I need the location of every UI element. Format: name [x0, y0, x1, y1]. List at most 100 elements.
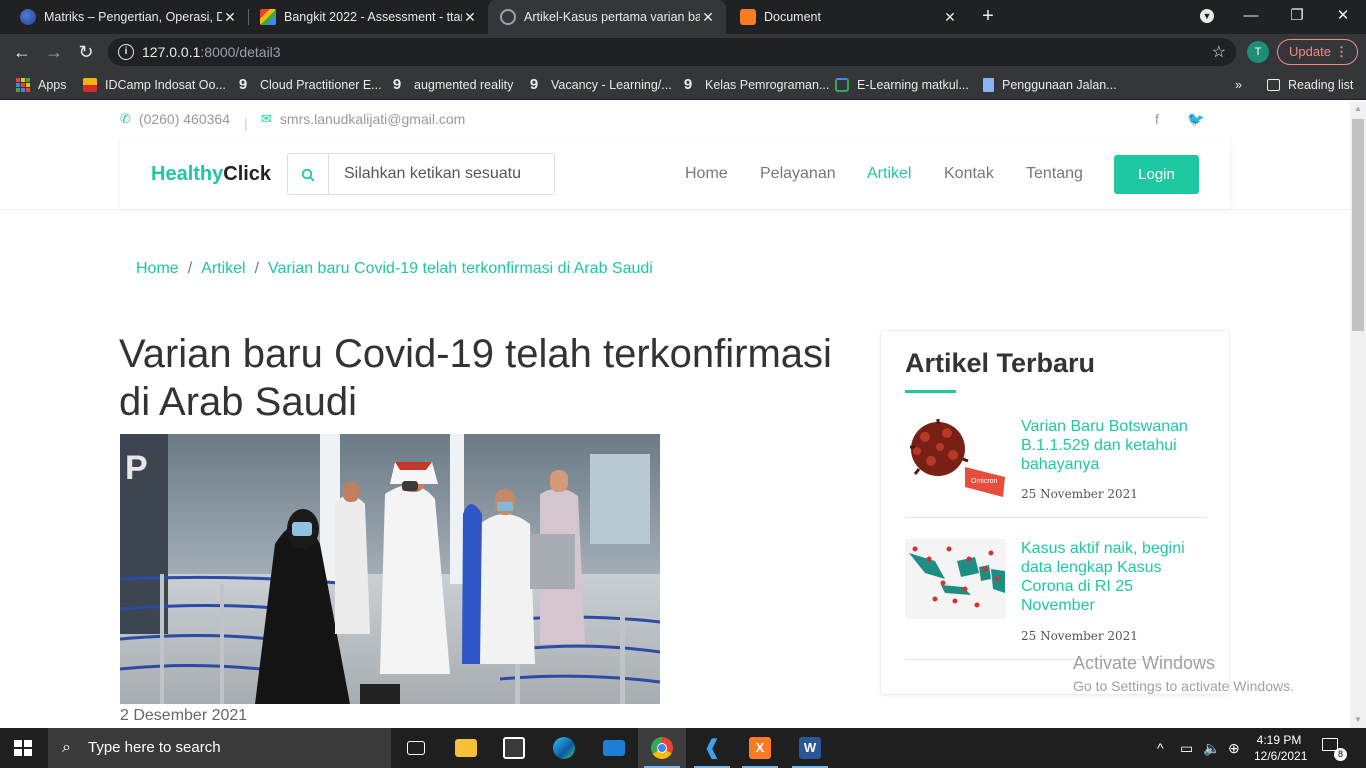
contact-phone: ✆ (0260) 460364: [120, 111, 230, 127]
header-divider: [0, 209, 1350, 210]
bookmark-item[interactable]: Penggunaan Jalan...: [983, 76, 1117, 94]
taskbar-search[interactable]: ⌕ Type here to search: [48, 728, 391, 768]
dicoding-icon: 9: [238, 76, 248, 93]
task-view-icon[interactable]: [392, 728, 440, 768]
reading-list-button[interactable]: Reading list: [1267, 76, 1353, 94]
taskbar-clock[interactable]: 4:19 PM 12/6/2021: [1254, 732, 1307, 764]
contact-divider: |: [244, 115, 248, 131]
document-icon: [983, 78, 994, 92]
profile-avatar[interactable]: T: [1247, 41, 1269, 63]
nav-home[interactable]: Home: [685, 165, 728, 183]
url-text[interactable]: 127.0.0.1:8000/detail3: [142, 44, 281, 60]
bookmark-item[interactable]: 9 Cloud Practitioner E...: [236, 76, 382, 94]
minimize-window-icon[interactable]: —: [1228, 0, 1274, 34]
close-tab-icon[interactable]: ✕: [942, 9, 958, 26]
notification-center-icon[interactable]: 8: [1322, 738, 1347, 761]
battery-icon[interactable]: ▭: [1180, 728, 1193, 768]
post-thumbnail[interactable]: [905, 539, 1006, 619]
scroll-down-arrow-icon[interactable]: ▼: [1350, 712, 1366, 728]
reading-list-icon: [1267, 79, 1280, 91]
web-page: ✆ (0260) 460364 | ✉ smrs.lanudkalijati@g…: [0, 101, 1350, 728]
contact-email: ✉ smrs.lanudkalijati@gmail.com: [261, 111, 466, 127]
scroll-up-arrow-icon[interactable]: ▲: [1350, 101, 1366, 117]
browser-tab-strip: Matriks – Pengertian, Operasi, De ✕ Bang…: [0, 0, 1366, 34]
edge-browser-icon[interactable]: [540, 728, 588, 768]
vscode-icon[interactable]: ❰: [688, 728, 736, 768]
twitter-icon[interactable]: 🐦: [1187, 111, 1204, 128]
page-scrollbar[interactable]: ▲ ▼: [1350, 101, 1366, 728]
breadcrumb-artikel[interactable]: Artikel: [201, 260, 245, 278]
address-bar[interactable]: i 127.0.0.1:8000/detail3 ☆: [108, 38, 1236, 66]
bookmark-item[interactable]: 9 Kelas Pemrograman...: [681, 76, 830, 94]
globe-icon: [500, 9, 516, 25]
article-date: 2 Desember 2021: [120, 707, 248, 724]
nav-artikel[interactable]: Artikel: [867, 165, 911, 183]
edge-globe-icon: [20, 9, 36, 25]
envelope-icon: ✉: [261, 111, 272, 126]
bookmark-item[interactable]: 9 Vacancy - Learning/...: [527, 76, 672, 94]
close-tab-icon[interactable]: ✕: [462, 9, 478, 26]
sidebar-post[interactable]: Kasus aktif naik, begini data lengkap Ka…: [905, 539, 1207, 660]
search-icon[interactable]: [288, 154, 329, 194]
back-arrow-icon[interactable]: ←: [10, 40, 34, 64]
close-window-icon[interactable]: ✕: [1320, 0, 1366, 34]
browser-tab-active[interactable]: Artikel-Kasus pertama varian bar ✕: [488, 0, 726, 34]
site-info-icon[interactable]: i: [118, 44, 134, 60]
gmail-icon: [260, 9, 276, 25]
sidebar-heading: Artikel Terbaru: [905, 348, 1096, 378]
post-title[interactable]: Varian Baru Botswanan B.1.1.529 dan keta…: [1021, 417, 1201, 474]
breadcrumb-current: Varian baru Covid-19 telah terkonfirmasi…: [268, 260, 653, 277]
close-tab-icon[interactable]: ✕: [700, 9, 716, 26]
word-icon[interactable]: W: [786, 728, 834, 768]
more-bookmarks-button[interactable]: »: [1235, 76, 1242, 94]
login-button[interactable]: Login: [1114, 155, 1199, 194]
bookmark-item[interactable]: IDCamp Indosat Oo...: [83, 76, 226, 94]
svg-text:Omicron: Omicron: [971, 478, 998, 485]
activate-windows-watermark: Activate Windows Go to Settings to activ…: [1073, 653, 1294, 694]
chrome-taskbar-icon[interactable]: [638, 728, 686, 768]
browser-tab[interactable]: Document ✕: [728, 0, 968, 34]
idcamp-icon: [83, 78, 97, 92]
svg-text:P: P: [125, 449, 148, 487]
bookmark-item[interactable]: E-Learning matkul...: [835, 76, 969, 94]
update-button[interactable]: Update ⋮: [1277, 39, 1358, 65]
nav-pelayanan[interactable]: Pelayanan: [760, 165, 836, 183]
show-hidden-icons-chevron-icon[interactable]: ^: [1157, 728, 1164, 768]
sidebar-post[interactable]: Omicron Varian Baru Botswanan B.1.1.529 …: [905, 417, 1207, 518]
network-globe-icon[interactable]: ⊕: [1228, 728, 1240, 768]
article-title: Varian baru Covid-19 telah terkonfirmasi…: [119, 332, 832, 424]
breadcrumb-home[interactable]: Home: [136, 260, 179, 278]
search-input[interactable]: [330, 154, 554, 194]
site-logo[interactable]: HealthyClick: [151, 163, 271, 186]
dicoding-icon: 9: [529, 76, 539, 93]
post-title[interactable]: Kasus aktif naik, begini data lengkap Ka…: [1021, 539, 1201, 615]
mail-icon[interactable]: [590, 728, 638, 768]
bookmarks-bar: Apps IDCamp Indosat Oo... 9 Cloud Practi…: [0, 70, 1366, 100]
phone-icon: ✆: [120, 111, 131, 126]
scrollbar-thumb[interactable]: [1352, 119, 1364, 331]
windows-start-icon[interactable]: [14, 740, 32, 756]
site-search: [287, 153, 555, 195]
browser-toolbar: ← → ↻ i 127.0.0.1:8000/detail3 ☆: [0, 34, 1366, 70]
bookmark-apps[interactable]: Apps: [16, 76, 67, 94]
post-thumbnail[interactable]: Omicron: [905, 417, 1006, 497]
microsoft-store-icon[interactable]: [490, 728, 538, 768]
volume-icon[interactable]: 🔈: [1203, 728, 1220, 768]
nav-tentang[interactable]: Tentang: [1026, 165, 1083, 183]
bookmark-item[interactable]: 9 augmented reality: [390, 76, 514, 94]
file-explorer-icon[interactable]: [442, 728, 490, 768]
notification-count-badge: 8: [1334, 748, 1347, 761]
search-icon: ⌕: [62, 739, 71, 756]
new-tab-button[interactable]: +: [976, 4, 1000, 28]
bookmark-star-icon[interactable]: ☆: [1212, 42, 1226, 62]
reload-icon[interactable]: ↻: [74, 40, 98, 64]
facebook-icon[interactable]: f: [1155, 111, 1159, 127]
xampp-taskbar-icon[interactable]: X: [736, 728, 784, 768]
restore-window-icon[interactable]: ❐: [1274, 0, 1320, 34]
nav-kontak[interactable]: Kontak: [944, 165, 994, 183]
browser-tab[interactable]: Bangkit 2022 - Assessment - ttan ✕: [248, 0, 488, 34]
forward-arrow-icon[interactable]: →: [42, 40, 66, 64]
close-tab-icon[interactable]: ✕: [222, 9, 238, 26]
browser-tab[interactable]: Matriks – Pengertian, Operasi, De ✕: [8, 0, 248, 34]
tab-search-icon[interactable]: ▼: [1184, 0, 1230, 34]
